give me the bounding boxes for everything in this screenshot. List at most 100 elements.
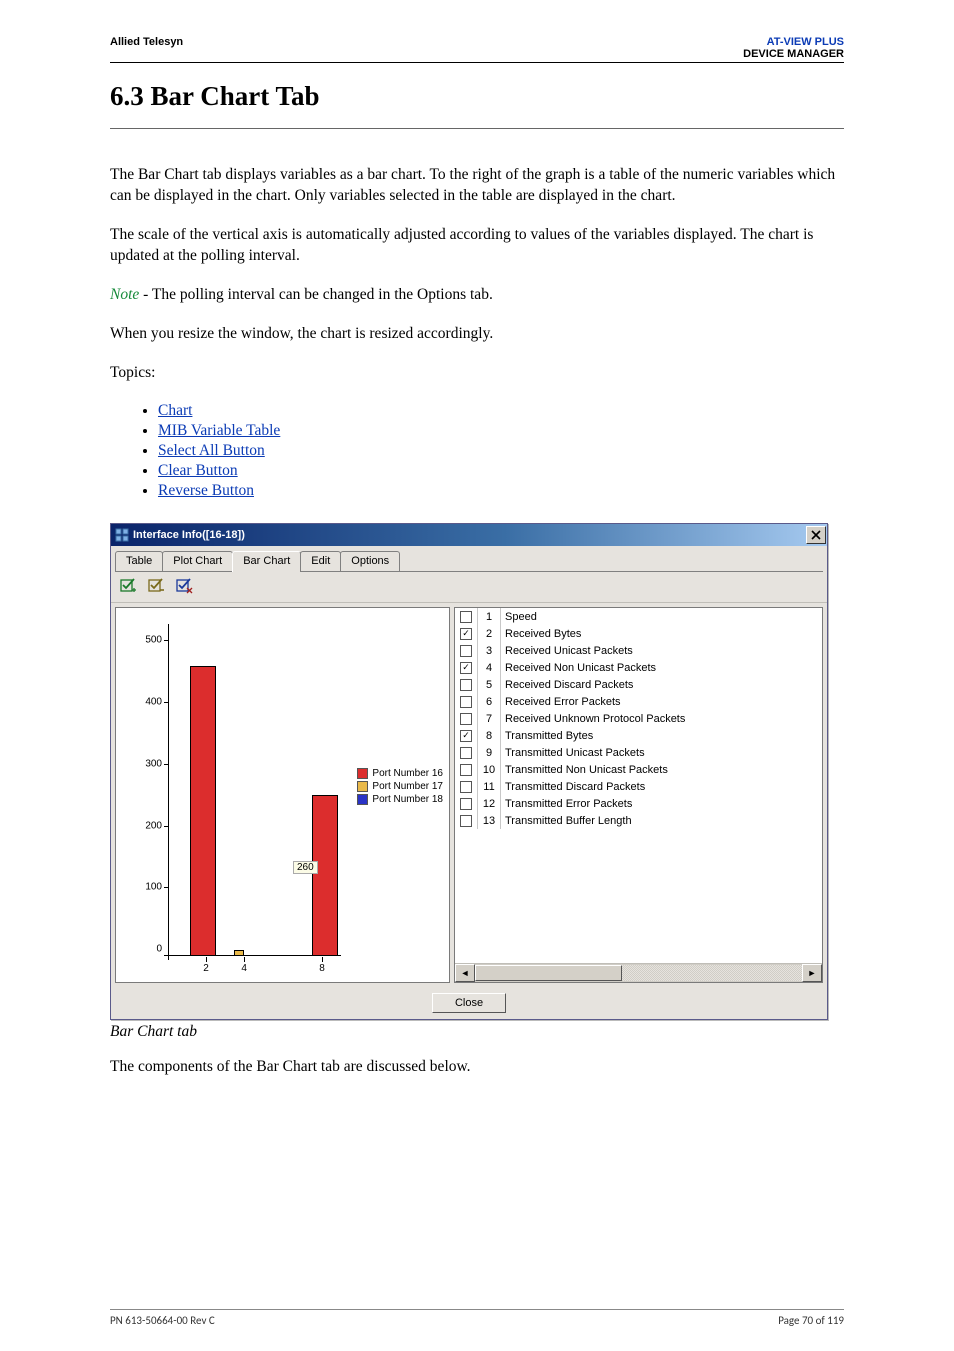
topic-link-chart[interactable]: Chart	[158, 402, 192, 419]
close-button[interactable]: Close	[432, 993, 506, 1013]
variable-checkbox[interactable]: ✓	[460, 730, 472, 742]
variable-row: 1Speed	[455, 608, 822, 625]
variable-checkbox[interactable]	[460, 781, 472, 793]
variable-row: 12Transmitted Error Packets	[455, 795, 822, 812]
xtick-4	[244, 957, 245, 962]
variable-checkbox[interactable]	[460, 645, 472, 657]
variable-label: Speed	[501, 608, 822, 625]
header-left: Allied Telesyn	[110, 36, 183, 48]
variable-checkbox[interactable]	[460, 611, 472, 623]
interface-info-window: Interface Info([16-18]) Table Plot Chart…	[110, 523, 828, 1020]
ytick-line	[164, 702, 169, 703]
variable-number: 13	[478, 812, 501, 829]
variable-panel: 1Speed✓2Received Bytes3Received Unicast …	[454, 607, 823, 983]
variable-label: Transmitted Buffer Length	[501, 812, 822, 829]
legend-item-17: Port Number 17	[357, 781, 443, 792]
variable-checkbox[interactable]	[460, 679, 472, 691]
variable-label: Received Unicast Packets	[501, 642, 822, 659]
ytick-200: 200	[145, 821, 162, 832]
scroll-track[interactable]	[475, 964, 802, 982]
variable-row: 5Received Discard Packets	[455, 676, 822, 693]
legend-swatch-blue	[357, 794, 368, 805]
ytick-line	[164, 764, 169, 765]
variable-number: 6	[478, 693, 501, 710]
tab-plot-chart[interactable]: Plot Chart	[162, 551, 233, 571]
scroll-left-arrow[interactable]: ◄	[455, 964, 475, 982]
reverse-button[interactable]	[172, 574, 198, 598]
variable-row: 9Transmitted Unicast Packets	[455, 744, 822, 761]
variable-checkbox-cell: ✓	[455, 727, 478, 744]
topic-link-reverse[interactable]: Reverse Button	[158, 482, 254, 499]
variable-list-spacer	[455, 829, 822, 963]
topic-link-select-all[interactable]: Select All Button	[158, 442, 265, 459]
variable-row: 10Transmitted Non Unicast Packets	[455, 761, 822, 778]
variable-checkbox[interactable]	[460, 764, 472, 776]
variable-number: 11	[478, 778, 501, 795]
variable-row: ✓8Transmitted Bytes	[455, 727, 822, 744]
header-module: DEVICE MANAGER	[743, 48, 844, 60]
titlebar: Interface Info([16-18])	[111, 524, 827, 546]
variable-number: 1	[478, 608, 501, 625]
xtick-label-4: 4	[241, 963, 247, 974]
variable-number: 12	[478, 795, 501, 812]
bar-port16-x2	[190, 666, 216, 956]
figure-caption: Bar Chart tab	[110, 1023, 844, 1041]
title-close-button[interactable]	[806, 526, 826, 544]
xtick-label-2: 2	[203, 963, 209, 974]
variable-checkbox[interactable]	[460, 798, 472, 810]
window-title: Interface Info([16-18])	[133, 529, 245, 541]
variable-label: Transmitted Discard Packets	[501, 778, 822, 795]
variable-checkbox[interactable]	[460, 713, 472, 725]
variable-number: 5	[478, 676, 501, 693]
legend-label: Port Number 17	[372, 781, 443, 792]
select-all-button[interactable]	[116, 574, 142, 598]
variable-checkbox-cell: ✓	[455, 659, 478, 676]
ytick-400: 400	[145, 697, 162, 708]
y-axis	[168, 624, 169, 960]
topic-link-mib-variable-table[interactable]: MIB Variable Table	[158, 422, 280, 439]
variable-checkbox[interactable]: ✓	[460, 628, 472, 640]
legend-swatch-red	[357, 768, 368, 779]
tab-edit[interactable]: Edit	[300, 551, 341, 571]
variable-number: 2	[478, 625, 501, 642]
clear-button[interactable]	[144, 574, 170, 598]
variable-row: 3Received Unicast Packets	[455, 642, 822, 659]
topic-link-clear[interactable]: Clear Button	[158, 462, 238, 479]
variable-checkbox-cell	[455, 608, 478, 625]
variable-checkbox-cell	[455, 761, 478, 778]
tab-bar-chart[interactable]: Bar Chart	[232, 551, 301, 572]
tab-table[interactable]: Table	[115, 551, 163, 571]
variable-checkbox-cell: ✓	[455, 625, 478, 642]
note-label: Note	[110, 286, 139, 303]
ytick-line	[164, 887, 169, 888]
variable-label: Received Discard Packets	[501, 676, 822, 693]
legend-item-18: Port Number 18	[357, 794, 443, 805]
header-right: AT-VIEW PLUS DEVICE MANAGER	[743, 36, 844, 60]
variable-checkbox-cell	[455, 693, 478, 710]
scroll-right-arrow[interactable]: ►	[802, 964, 822, 982]
footer-left: PN 613-50664-00 Rev C	[110, 1314, 215, 1327]
section-title: 6.3 Bar Chart Tab	[110, 81, 844, 112]
variable-number: 10	[478, 761, 501, 778]
variable-checkbox-cell	[455, 710, 478, 727]
footer-right: Page 70 of 119	[778, 1314, 844, 1327]
scroll-thumb[interactable]	[475, 965, 622, 981]
xtick-2	[206, 957, 207, 962]
xtick-label-8: 8	[319, 963, 325, 974]
chart-panel: 2 4 8 500 400 300 200 100 0	[115, 607, 450, 983]
header-product: AT-VIEW PLUS	[743, 36, 844, 48]
variable-label: Transmitted Unicast Packets	[501, 744, 822, 761]
variable-checkbox[interactable]: ✓	[460, 662, 472, 674]
page-header: Allied Telesyn AT-VIEW PLUS DEVICE MANAG…	[110, 36, 844, 60]
variable-row: 7Received Unknown Protocol Packets	[455, 710, 822, 727]
note-line: Note - The polling interval can be chang…	[110, 285, 844, 306]
variable-checkbox[interactable]	[460, 815, 472, 827]
variable-row: 13Transmitted Buffer Length	[455, 812, 822, 829]
tab-options[interactable]: Options	[340, 551, 400, 571]
variable-checkbox[interactable]	[460, 696, 472, 708]
content-row: 2 4 8 500 400 300 200 100 0	[111, 603, 827, 987]
variable-row: 6Received Error Packets	[455, 693, 822, 710]
variable-number: 4	[478, 659, 501, 676]
h-scrollbar[interactable]: ◄ ►	[455, 963, 822, 982]
variable-checkbox[interactable]	[460, 747, 472, 759]
